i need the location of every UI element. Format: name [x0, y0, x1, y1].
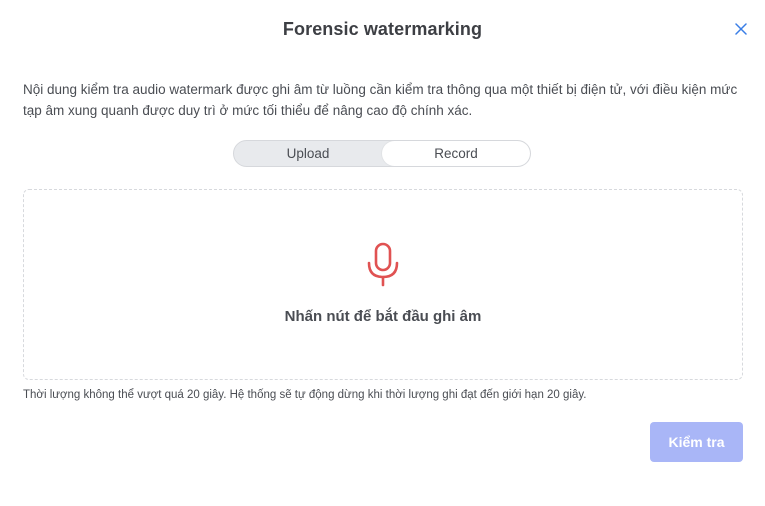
close-icon: [735, 23, 747, 35]
check-button[interactable]: Kiểm tra: [650, 422, 743, 462]
close-button[interactable]: [732, 20, 750, 38]
record-hint: Nhấn nút để bắt đầu ghi âm: [284, 308, 482, 325]
mode-toggle: Upload Record: [233, 140, 531, 167]
forensic-watermarking-modal: Forensic watermarking Nội dung kiểm tra …: [0, 0, 765, 506]
microphone-icon[interactable]: [366, 242, 400, 288]
modal-description: Nội dung kiểm tra audio watermark được g…: [23, 82, 738, 118]
record-area: Nhấn nút để bắt đầu ghi âm: [23, 189, 743, 380]
modal-title: Forensic watermarking: [282, 19, 483, 39]
tab-record[interactable]: Record: [382, 141, 530, 166]
tab-upload[interactable]: Upload: [234, 141, 382, 166]
duration-note: Thời lượng không thể vượt quá 20 giây. H…: [23, 389, 587, 401]
